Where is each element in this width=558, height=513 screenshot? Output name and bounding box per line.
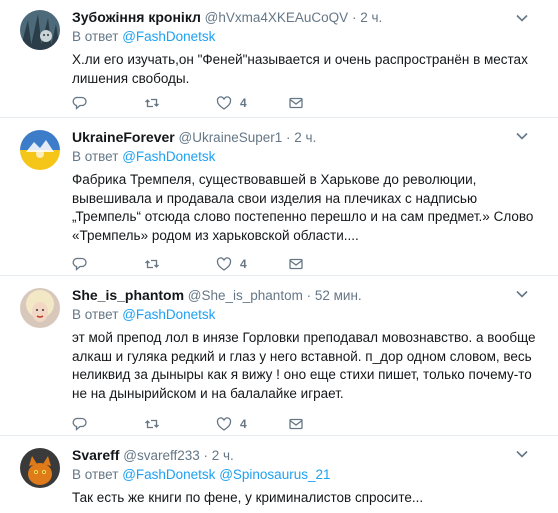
- tweet-actions: 4: [72, 93, 318, 113]
- reply-prefix: В ответ: [72, 307, 119, 322]
- tweet-header: She_is_phantom @She_is_phantom · 52 мин.: [72, 286, 544, 305]
- chevron-down-icon[interactable]: [514, 10, 530, 26]
- envelope-icon: [289, 97, 303, 109]
- reply-context: В ответ @FashDonetsk: [72, 148, 544, 166]
- separator-dot: ·: [203, 448, 209, 463]
- display-name[interactable]: UkraineForever: [72, 129, 175, 145]
- retweet-icon: [145, 259, 159, 269]
- heart-icon: [216, 417, 232, 431]
- like-button[interactable]: 4: [216, 254, 288, 274]
- like-count: 4: [240, 417, 247, 431]
- display-name[interactable]: She_is_phantom: [72, 287, 184, 303]
- avatar[interactable]: [20, 130, 60, 170]
- heart-icon: [216, 257, 232, 271]
- display-name[interactable]: Зубожіння кронікл: [72, 9, 201, 25]
- reply-button[interactable]: [72, 93, 144, 113]
- retweet-button[interactable]: [144, 414, 216, 434]
- timestamp[interactable]: 2 ч.: [360, 10, 382, 25]
- reply-to-link[interactable]: @Spinosaurus_21: [219, 467, 330, 482]
- tweet-header: Зубожіння кронікл @hVxma4XKEAuCoQV · 2 ч…: [72, 8, 544, 27]
- reply-prefix: В ответ: [72, 467, 119, 482]
- tweet-1[interactable]: Зубожіння кронікл @hVxma4XKEAuCoQV · 2 ч…: [0, 0, 558, 118]
- reply-prefix: В ответ: [72, 29, 119, 44]
- user-handle[interactable]: @UkraineSuper1: [178, 130, 282, 145]
- reply-to-link[interactable]: @FashDonetsk: [122, 29, 215, 44]
- display-name[interactable]: Svareff: [72, 447, 119, 463]
- heart-icon: [216, 96, 232, 110]
- reply-icon: [72, 96, 87, 110]
- chevron-down-icon[interactable]: [514, 286, 530, 302]
- user-handle[interactable]: @svareff233: [123, 448, 200, 463]
- separator-dot: ·: [306, 288, 312, 303]
- tweet-header: Svareff @svareff233 · 2 ч.: [72, 446, 544, 465]
- dm-button[interactable]: [288, 254, 318, 274]
- chevron-down-icon[interactable]: [514, 446, 530, 462]
- dm-button[interactable]: [288, 93, 318, 113]
- reply-context: В ответ @FashDonetsk @Spinosaurus_21: [72, 466, 544, 484]
- tweet-text: Так есть же книги по фене, у криминалист…: [72, 490, 424, 505]
- dm-button[interactable]: [288, 414, 318, 434]
- tweet-text: эт мой препод лол в инязе Горловки препо…: [72, 330, 536, 401]
- tweet-actions: 4: [72, 414, 318, 434]
- avatar[interactable]: [20, 448, 60, 488]
- retweet-button[interactable]: [144, 254, 216, 274]
- like-button[interactable]: 4: [216, 414, 288, 434]
- reply-icon: [72, 417, 87, 431]
- tweet-2[interactable]: UkraineForever @UkraineSuper1 · 2 ч. В о…: [0, 118, 558, 276]
- chevron-down-icon[interactable]: [514, 128, 530, 144]
- retweet-icon: [145, 419, 159, 429]
- avatar[interactable]: [20, 10, 60, 50]
- reply-to-link[interactable]: @FashDonetsk: [122, 307, 215, 322]
- reply-button[interactable]: [72, 414, 144, 434]
- user-handle[interactable]: @hVxma4XKEAuCoQV: [205, 10, 349, 25]
- tweet-feed: Зубожіння кронікл @hVxma4XKEAuCoQV · 2 ч…: [0, 0, 558, 513]
- avatar[interactable]: [20, 288, 60, 328]
- separator-dot: ·: [286, 130, 291, 145]
- envelope-icon: [289, 258, 303, 270]
- reply-icon: [72, 257, 87, 271]
- tweet-header: UkraineForever @UkraineSuper1 · 2 ч.: [72, 128, 544, 147]
- reply-to-link[interactable]: @FashDonetsk: [122, 467, 215, 482]
- reply-to-link[interactable]: @FashDonetsk: [122, 149, 215, 164]
- like-count: 4: [240, 96, 247, 110]
- timestamp[interactable]: 2 ч.: [212, 448, 234, 463]
- separator-dot: ·: [351, 10, 357, 25]
- tweet-text: Фабрика Тремпеля, существовавшей в Харьк…: [72, 172, 534, 243]
- reply-prefix: В ответ: [72, 149, 119, 164]
- retweet-icon: [145, 98, 159, 108]
- like-button[interactable]: 4: [216, 93, 288, 113]
- user-handle[interactable]: @She_is_phantom: [188, 288, 303, 303]
- timestamp[interactable]: 52 мин.: [315, 288, 362, 303]
- tweet-4[interactable]: Svareff @svareff233 · 2 ч. В ответ @Fash…: [0, 436, 558, 513]
- tweet-3[interactable]: She_is_phantom @She_is_phantom · 52 мин.…: [0, 276, 558, 436]
- envelope-icon: [289, 418, 303, 430]
- like-count: 4: [240, 257, 247, 271]
- tweet-text: Х.ли его изучать,он "Феней"называется и …: [72, 52, 528, 86]
- timestamp[interactable]: 2 ч.: [294, 130, 316, 145]
- tweet-actions: 4: [72, 254, 318, 274]
- reply-context: В ответ @FashDonetsk: [72, 306, 544, 324]
- reply-context: В ответ @FashDonetsk: [72, 28, 544, 46]
- reply-button[interactable]: [72, 254, 144, 274]
- retweet-button[interactable]: [144, 93, 216, 113]
